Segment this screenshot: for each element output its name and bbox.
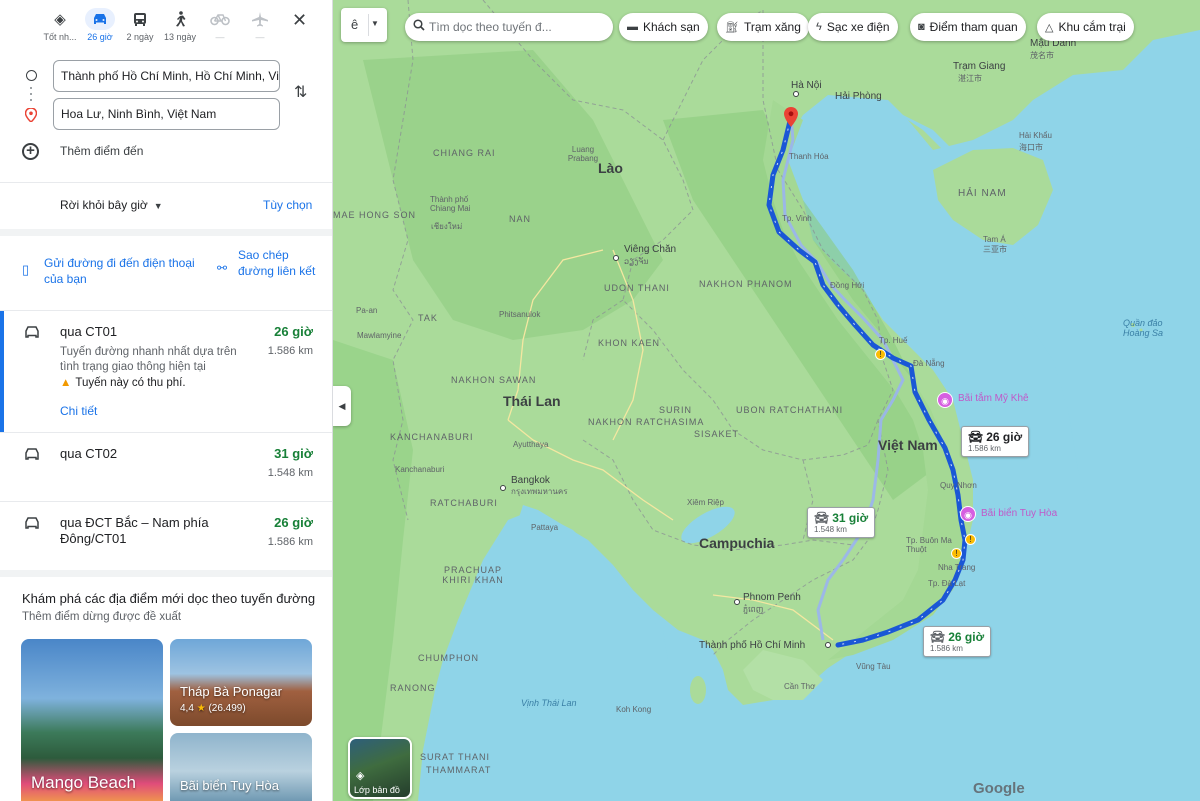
layers-button[interactable]: ◈ Lớp bản đồ (348, 737, 412, 799)
travel-mode-bar: ◈ Tốt nh... 26 giờ 2 ngày 13 ngày — — (40, 8, 280, 42)
bicycle-icon (205, 8, 235, 30)
google-logo: Google (973, 780, 1025, 797)
collapse-panel-button[interactable]: ◀ (333, 386, 351, 426)
toll-icon[interactable]: ! (875, 349, 886, 360)
details-link[interactable]: Chi tiết (60, 404, 97, 418)
label-thailand: Thái Lan (503, 393, 561, 409)
route-time-box[interactable]: 🚘︎ 31 giờ 1.548 km (807, 507, 876, 538)
flight-icon (245, 8, 275, 30)
car-icon (85, 8, 115, 30)
route-option[interactable]: qua CT01 26 giờ 1.586 km Tuyến đường nha… (0, 311, 332, 432)
city-marker (500, 485, 506, 491)
city-marker (734, 599, 740, 605)
bus-icon (125, 8, 155, 30)
camping-icon: △ (1045, 21, 1054, 34)
destination-row: Hoa Lư, Ninh Bình, Việt Nam (0, 98, 332, 130)
car-icon: 🚘︎ (930, 630, 946, 644)
options-link[interactable]: Tùy chọn (263, 198, 312, 212)
hotel-icon: ▬ (627, 21, 638, 33)
label-vietnam: Việt Nam (878, 437, 938, 453)
caret-down-icon: ▼ (371, 19, 379, 28)
car-icon (25, 448, 39, 460)
camera-icon[interactable]: ◉ (937, 392, 953, 408)
search-icon (413, 19, 425, 34)
destination-pin-icon (24, 107, 38, 124)
gas-station-icon: ⛽︎ (725, 21, 739, 34)
caret-down-icon: ▼ (153, 201, 163, 211)
send-to-phone-link[interactable]: ▯ Gửi đường đi đến điện thoại của bạn (22, 255, 212, 289)
toll-warning: ▲ Tuyến này có thu phí. (60, 377, 186, 389)
map-canvas[interactable]: Lào Thái Lan Campuchia Việt Nam CHIANG R… (333, 0, 1200, 801)
swap-icon[interactable]: ⇅ (294, 82, 307, 102)
explore-subtitle: Thêm điểm dừng được đề xuất (22, 611, 182, 623)
place-card[interactable]: Bãi biển Tuy Hòa (170, 733, 312, 801)
chevron-left-icon: ◀ (338, 401, 346, 411)
chip-hotels[interactable]: ▬ Khách sạn (619, 13, 708, 41)
chip-gas-stations[interactable]: ⛽︎ Trạm xăng (717, 13, 809, 41)
car-icon: 🚘︎ (968, 430, 984, 444)
camera-icon[interactable]: ◉ (960, 506, 976, 522)
mode-best[interactable]: ◈ Tốt nh... (40, 8, 80, 42)
car-icon: 🚘︎ (814, 511, 830, 525)
depart-time-select[interactable]: Rời khỏi bây giờ ▼ (60, 198, 163, 212)
directions-panel: ◈ Tốt nh... 26 giờ 2 ngày 13 ngày — — ✕ … (0, 0, 333, 801)
city-marker (793, 91, 799, 97)
chip-ev-charging[interactable]: ϟ Sạc xe điện (808, 13, 898, 41)
chip-camping[interactable]: △ Khu cắm trại (1037, 13, 1134, 41)
route-option[interactable]: qua ĐCT Bắc – Nam phía Đông/CT01 26 giờ … (0, 502, 332, 570)
section-divider (0, 570, 332, 577)
place-card[interactable]: Mango Beach (21, 639, 163, 801)
car-icon (25, 326, 39, 338)
warning-icon: ▲ (60, 377, 72, 389)
copy-link-button[interactable]: ⚯ Sao chép đường liên kết (217, 247, 317, 297)
route-time-box[interactable]: 🚘︎ 26 giờ 1.586 km (923, 626, 992, 657)
map-base (333, 0, 1200, 801)
section-divider (0, 229, 332, 236)
poi-tuy-hoa[interactable]: Bãi biển Tuy Hòa (981, 508, 1057, 520)
label-cambodia: Campuchia (699, 535, 775, 551)
chip-attractions[interactable]: ◙ Điểm tham quan (910, 13, 1026, 41)
poi-my-khe[interactable]: Bãi tắm Mỹ Khê (958, 393, 1029, 405)
origin-row: Thành phố Hồ Chí Minh, Hồ Chí Minh, Việt (0, 60, 332, 92)
route-time-box[interactable]: 🚘︎ 26 giờ 1.586 km (961, 426, 1030, 457)
destination-input[interactable]: Hoa Lư, Ninh Bình, Việt Nam (53, 98, 280, 130)
ev-charging-icon: ϟ (816, 21, 822, 33)
walk-icon (165, 8, 195, 30)
mode-driving[interactable]: 26 giờ (80, 8, 120, 42)
destination-pin-icon[interactable] (784, 107, 798, 130)
explore-title: Khám phá các địa điểm mới dọc theo tuyến… (22, 591, 316, 606)
toll-icon[interactable]: ! (951, 548, 962, 559)
best-route-icon: ◈ (54, 11, 66, 28)
city-marker (825, 642, 831, 648)
mode-cycling[interactable]: — (200, 8, 240, 42)
car-icon (25, 517, 39, 529)
route-search-input[interactable]: Tìm dọc theo tuyến đ... (405, 13, 613, 41)
link-icon: ⚯ (217, 261, 228, 275)
city-marker (613, 255, 619, 261)
place-card[interactable]: Tháp Bà Ponagar 4,4 ★ (26.499) (170, 639, 312, 726)
add-destination-button[interactable]: + Thêm điểm đến (0, 142, 332, 166)
map-type-selector[interactable]: ê ▼ (341, 8, 387, 42)
close-icon[interactable]: ✕ (292, 10, 307, 31)
toll-icon[interactable]: ! (965, 534, 976, 545)
plus-icon: + (22, 143, 39, 160)
mode-transit[interactable]: 2 ngày (120, 8, 160, 42)
origin-input[interactable]: Thành phố Hồ Chí Minh, Hồ Chí Minh, Việt (53, 60, 280, 92)
route-option[interactable]: qua CT02 31 giờ 1.548 km (0, 433, 332, 501)
mode-walking[interactable]: 13 ngày (160, 8, 200, 42)
divider (0, 182, 332, 183)
mode-flight[interactable]: — (240, 8, 280, 42)
star-icon: ★ (196, 703, 206, 714)
phone-icon: ▯ (22, 262, 30, 277)
camera-icon: ◙ (918, 21, 925, 33)
layers-icon: ◈ (356, 770, 365, 782)
origin-circle-icon (26, 70, 37, 81)
